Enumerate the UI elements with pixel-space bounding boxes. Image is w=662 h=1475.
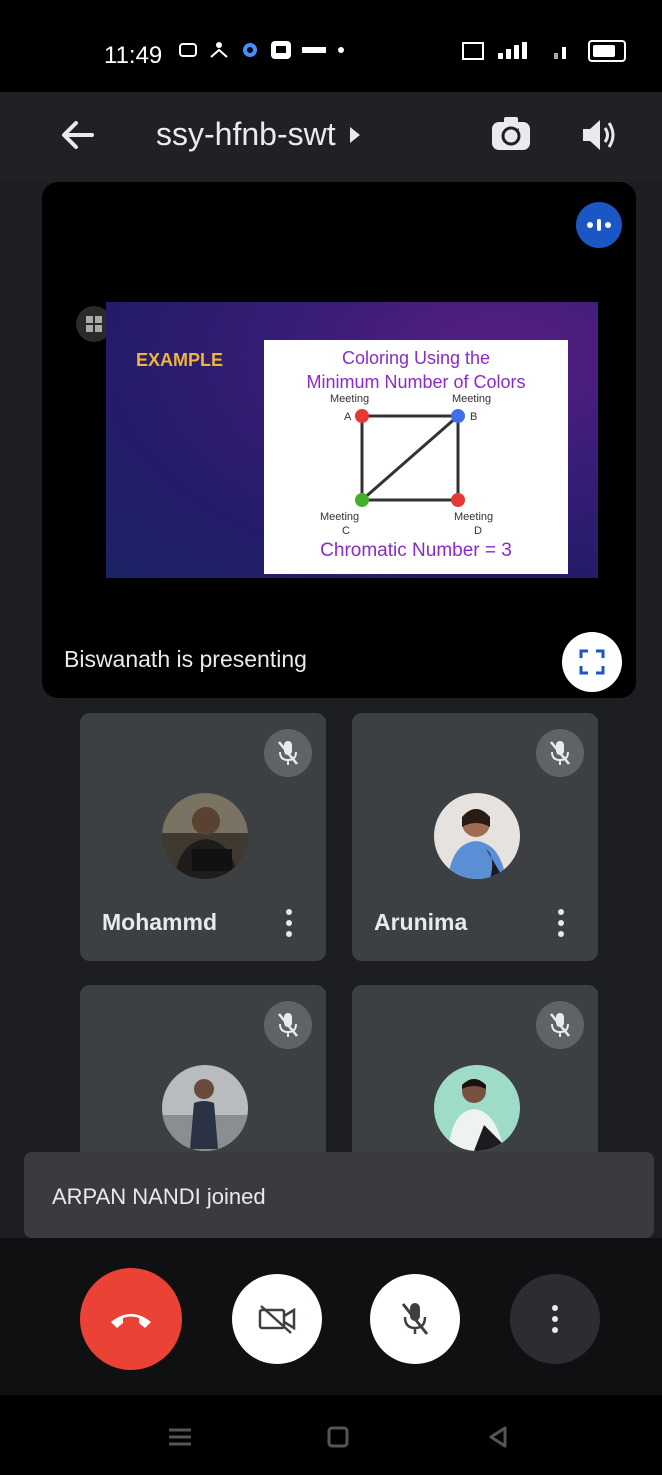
more-options-button[interactable] xyxy=(546,903,576,943)
mic-muted-indicator xyxy=(536,1001,584,1049)
mic-off-icon xyxy=(278,1013,298,1037)
speaker-icon xyxy=(583,120,615,150)
home-button[interactable] xyxy=(320,1419,356,1455)
home-icon xyxy=(327,1426,349,1448)
system-nav-bar xyxy=(0,1395,662,1475)
wifi-signal-icon xyxy=(554,47,566,59)
accessibility-icon xyxy=(210,42,228,58)
mic-muted-indicator xyxy=(264,729,312,777)
mic-off-icon xyxy=(278,741,298,765)
status-bar: 11:49 xyxy=(0,0,662,92)
participant-name: Arunima xyxy=(374,909,468,935)
dot-icon xyxy=(338,47,344,53)
status-right xyxy=(462,40,626,62)
node-d-letter: D xyxy=(474,525,482,537)
end-call-button[interactable] xyxy=(80,1268,182,1370)
chevron-right-icon xyxy=(349,126,360,143)
signal-icon xyxy=(498,42,527,59)
mic-off-icon xyxy=(550,741,570,765)
node-a xyxy=(355,409,369,423)
notification-icon xyxy=(302,47,326,53)
audio-indicator xyxy=(576,202,622,248)
recent-apps-button[interactable] xyxy=(162,1419,198,1455)
mic-off-icon xyxy=(401,1303,429,1335)
presenting-text: Biswanath is presenting xyxy=(64,646,307,672)
slide-example-label: EXAMPLE xyxy=(136,350,224,370)
switch-camera-button[interactable] xyxy=(486,110,536,160)
menu-icon xyxy=(169,1428,191,1446)
node-a-label: Meeting xyxy=(330,393,369,405)
back-button[interactable] xyxy=(52,110,102,160)
participant-tile[interactable]: Arunima xyxy=(352,713,598,961)
hang-up-icon xyxy=(111,1314,151,1328)
mic-off-icon xyxy=(550,1013,570,1037)
slide-content-card: Coloring Using the Minimum Number of Col… xyxy=(264,340,568,574)
camera-off-icon xyxy=(258,1305,296,1334)
fullscreen-button[interactable] xyxy=(562,632,622,692)
node-c-letter: C xyxy=(342,525,350,537)
battery-icon xyxy=(588,40,626,62)
participant-name: Mohammd xyxy=(102,909,217,935)
node-c xyxy=(355,493,369,507)
speaker-button[interactable] xyxy=(574,110,624,160)
more-options-button[interactable] xyxy=(510,1274,600,1364)
join-notification-toast: ARPAN NANDI joined xyxy=(24,1152,654,1238)
avatar xyxy=(434,1065,520,1151)
cast-icon xyxy=(271,41,291,59)
meeting-code[interactable]: ssy-hfnb-swt xyxy=(156,116,360,153)
screen-record-icon xyxy=(179,43,197,57)
node-c-label: Meeting xyxy=(320,511,359,523)
status-time: 11:49 xyxy=(104,42,163,69)
mic-muted-indicator xyxy=(536,729,584,777)
avatar xyxy=(434,793,520,879)
node-b xyxy=(451,409,465,423)
status-icons xyxy=(178,40,346,60)
more-vertical-icon xyxy=(552,1305,558,1333)
back-icon xyxy=(489,1426,507,1448)
more-options-button[interactable] xyxy=(274,903,304,943)
toast-text: ARPAN NANDI joined xyxy=(52,1184,266,1209)
node-b-letter: B xyxy=(470,411,477,423)
slide-title-line-1: Coloring Using the xyxy=(341,348,491,368)
shared-slide: EXAMPLE Coloring Using the Minimum Numbe… xyxy=(106,302,598,578)
grid-icon xyxy=(86,316,102,332)
settings-icon xyxy=(243,43,257,57)
node-d-label: Meeting xyxy=(454,511,493,523)
top-bar: ssy-hfnb-swt xyxy=(0,92,662,182)
meeting-code-text: ssy-hfnb-swt xyxy=(156,116,336,152)
system-back-button[interactable] xyxy=(480,1419,516,1455)
participant-tile[interactable]: Mohammd xyxy=(80,713,326,961)
fullscreen-icon xyxy=(579,649,605,675)
slide-footer: Chromatic Number = 3 xyxy=(320,540,512,561)
avatar xyxy=(162,1065,248,1151)
mic-muted-indicator xyxy=(264,1001,312,1049)
mic-toggle-button[interactable] xyxy=(370,1274,460,1364)
node-b-label: Meeting xyxy=(452,393,491,405)
node-d xyxy=(451,493,465,507)
switch-camera-icon xyxy=(492,117,530,150)
back-arrow-icon xyxy=(62,121,94,149)
presentation-tile[interactable]: EXAMPLE Coloring Using the Minimum Numbe… xyxy=(42,182,636,698)
audio-level-icon xyxy=(587,219,611,231)
volte-icon xyxy=(462,42,484,60)
camera-toggle-button[interactable] xyxy=(232,1274,322,1364)
avatar xyxy=(162,793,248,879)
node-a-letter: A xyxy=(344,411,352,423)
slide-title: Coloring Using the Minimum Number of Col… xyxy=(264,346,568,394)
